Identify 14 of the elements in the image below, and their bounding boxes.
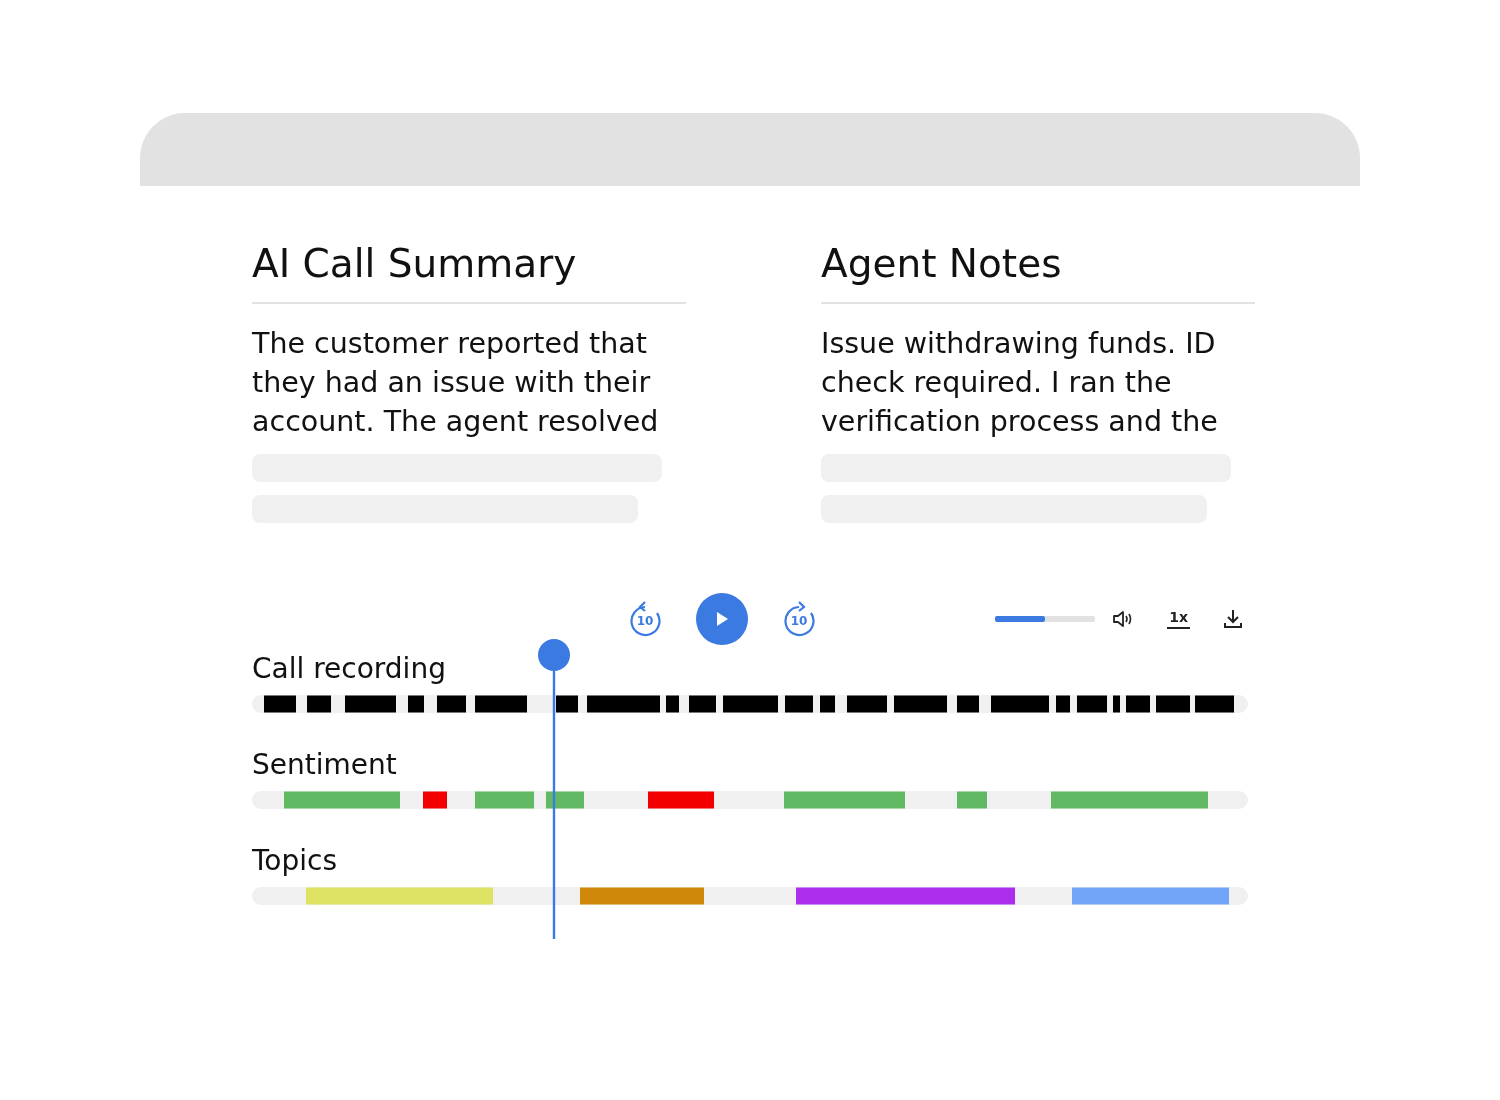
speed-button[interactable]: 1x	[1167, 609, 1190, 629]
section-text: Issue withdrawing funds. ID check required. I ran the verification process and the	[821, 326, 1219, 440]
forward-button[interactable]: 10	[782, 601, 816, 637]
volume-slider[interactable]	[995, 616, 1096, 622]
section-text: The customer reported that they had an issue with their account. The agent resolved	[252, 326, 660, 440]
playhead[interactable]	[538, 639, 570, 939]
rewind-button[interactable]: 10	[628, 601, 662, 637]
download-icon[interactable]	[1222, 608, 1244, 630]
track-label: Topics	[252, 843, 338, 879]
track-label: Sentiment	[252, 747, 398, 783]
section-title: Agent Notes	[821, 238, 1255, 304]
track-label: Call recording	[252, 651, 447, 687]
section-title: AI Call Summary	[252, 238, 686, 304]
play-button[interactable]	[696, 593, 748, 645]
